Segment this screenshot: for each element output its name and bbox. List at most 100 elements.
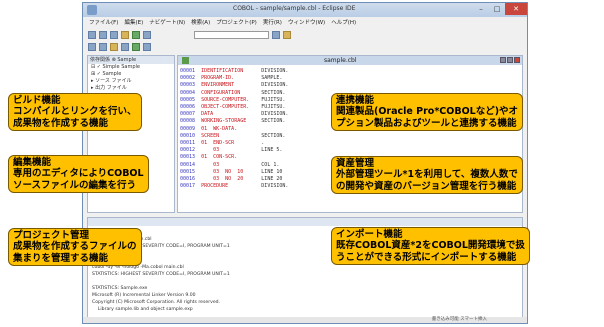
source-code[interactable]: 00001 IDENTIFICATION DIVISION. 00002 PROG…: [180, 68, 288, 190]
title-bar: COBOL - sample/sample.cbl - Eclipse IDE …: [83, 3, 527, 17]
tree-item[interactable]: ⊞ ✓ Sample: [91, 71, 174, 78]
code-text: SECTION.: [261, 118, 286, 125]
code-line[interactable]: 00007 DATA DIVISION.: [180, 111, 288, 118]
callout-link: 連携機能 関連製品(Oracle Pro*COBOLなど)やオ プション製品およ…: [331, 93, 524, 131]
refresh-icon[interactable]: [121, 42, 129, 51]
callout-asset: 資産管理 外部管理ツール*1を利用して、複数人数で の開発や資産のバージョン管理…: [331, 156, 523, 194]
code-line[interactable]: 00008 WORKING-STORAGE SECTION.: [180, 118, 288, 125]
code-keyword: 03 NO 10: [201, 168, 262, 175]
line-number: 00013: [180, 154, 202, 161]
line-number: 00004: [180, 89, 202, 96]
code-text: SECTION.: [261, 89, 286, 96]
debug-icon[interactable]: [143, 30, 151, 39]
code-keyword: WORKING-STORAGE: [201, 118, 262, 125]
menu-navigate[interactable]: ナビゲート(N): [149, 18, 185, 28]
callout-import-line: うことができる形式にインポートする機能: [336, 251, 517, 263]
code-keyword: 01 WK-DATA.: [201, 125, 262, 132]
console-line: Library sample.lib and object sample.exp: [92, 307, 193, 312]
callout-edit-line: 専用のエディタによりCOBOL: [13, 168, 144, 179]
line-number: 00010: [180, 132, 202, 139]
tree-item[interactable]: ▸ 出力 ファイル: [91, 85, 174, 92]
callout-edit-title: 編集機能: [13, 157, 52, 168]
editor-close-button[interactable]: [514, 57, 520, 63]
save-icon[interactable]: [99, 30, 107, 39]
code-text: COL 1.: [261, 161, 280, 168]
run-config-icon[interactable]: [132, 42, 140, 51]
callout-project-title: プロジェクト管理: [13, 230, 90, 241]
tree-item[interactable]: ⊟ ✓ Simple Sample: [91, 64, 174, 71]
minimize-button[interactable]: –: [473, 3, 489, 15]
search-icon[interactable]: [272, 30, 280, 39]
code-line[interactable]: 00004 CONFIGURATION SECTION.: [180, 90, 288, 97]
code-line[interactable]: 00016 03 NO 20 LINE 20: [180, 176, 288, 183]
explorer-header: 依存関係 ⊗ Sample: [88, 56, 174, 64]
code-keyword: SOURCE-COMPUTER.: [201, 96, 262, 103]
forward-icon[interactable]: [99, 42, 107, 51]
code-line[interactable]: 00005 SOURCE-COMPUTER. FUJITSU.: [180, 97, 288, 104]
line-number: 00008: [180, 118, 202, 125]
code-text: LINE 10: [261, 168, 283, 175]
menu-edit[interactable]: 編集(E): [124, 18, 143, 28]
code-keyword: OBJECT-COMPUTER.: [201, 104, 262, 111]
tree-item[interactable]: ▸ ソース ファイル: [91, 78, 174, 85]
line-number: 00007: [180, 111, 202, 118]
code-text: DIVISION.: [261, 68, 289, 74]
menu-run[interactable]: 実行(R): [263, 18, 282, 28]
run-icon[interactable]: [132, 30, 140, 39]
window-controls: – □ ✕: [473, 3, 527, 16]
code-line[interactable]: 00013 01 CON-SCR.: [180, 154, 288, 161]
code-keyword: ENVIRONMENT: [201, 82, 262, 89]
window-title: COBOL - sample/sample.cbl - Eclipse IDE: [233, 5, 356, 12]
code-keyword: 03 NO 20: [201, 176, 262, 183]
callout-import-line: 既存COBOL資産*2をCOBOL開発環境で扱: [336, 240, 525, 251]
code-line[interactable]: 00012 03 LINE 5.: [180, 147, 288, 154]
code-line[interactable]: 00014 03 COL 1.: [180, 162, 288, 169]
callout-link-line: プション製品およびツールと連携する機能: [336, 117, 517, 129]
perspective-combo[interactable]: [194, 30, 269, 39]
editor-minimize-button[interactable]: [500, 57, 506, 63]
menu-window[interactable]: ウィンドウ(W): [288, 18, 325, 28]
callout-build-line: コンパイルとリンクを行い、: [13, 106, 137, 117]
menu-search[interactable]: 検索(A): [191, 18, 210, 28]
menu-project[interactable]: プロジェクト(P): [216, 18, 257, 28]
console-header: [88, 218, 522, 226]
code-line[interactable]: 00006 OBJECT-COMPUTER. FUJITSU.: [180, 104, 288, 111]
editor-tab[interactable]: sample.cbl: [324, 56, 357, 65]
code-line[interactable]: 00002 PROGRAM-ID. SAMPLE.: [180, 75, 288, 82]
code-line[interactable]: 00010 SCREEN SECTION.: [180, 133, 288, 140]
line-number: 00015: [180, 168, 202, 175]
maximize-button[interactable]: □: [489, 3, 505, 15]
callout-project-line: 成果物を作成するファイルの: [13, 241, 137, 252]
callout-link-line: 関連製品(Oracle Pro*COBOLなど)やオ: [336, 106, 519, 117]
code-keyword: 03: [201, 147, 262, 154]
line-number: 00017: [180, 183, 202, 190]
code-text: LINE 20: [261, 176, 283, 183]
code-text: SAMPLE.: [261, 75, 283, 82]
code-line[interactable]: 00001 IDENTIFICATION DIVISION.: [180, 68, 288, 75]
menu-help[interactable]: ヘルプ(H): [331, 18, 356, 28]
code-keyword: 01 END-SCR: [201, 140, 262, 147]
print-icon[interactable]: [110, 30, 118, 39]
stage: COBOL - sample/sample.cbl - Eclipse IDE …: [0, 0, 604, 327]
build-icon[interactable]: [121, 30, 129, 39]
close-button[interactable]: ✕: [505, 3, 527, 15]
editor-maximize-button[interactable]: [507, 57, 513, 63]
code-line[interactable]: 00011 01 END-SCR .: [180, 140, 288, 147]
line-number: 00002: [180, 75, 202, 82]
code-line[interactable]: 00009 01 WK-DATA.: [180, 126, 288, 133]
line-number: 00009: [180, 125, 202, 132]
new-file-icon[interactable]: [88, 30, 96, 39]
back-icon[interactable]: [88, 42, 96, 51]
code-keyword: 01 CON-SCR.: [201, 154, 262, 161]
perspective-icon[interactable]: [143, 42, 151, 51]
open-folder-icon[interactable]: [110, 42, 118, 51]
project-tree: ⊟ ✓ Simple Sample ⊞ ✓ Sample ▸ ソース ファイル …: [88, 64, 174, 92]
callout-edit: 編集機能 専用のエディタによりCOBOL ソースファイルの編集を行う: [8, 155, 149, 193]
code-line[interactable]: 00015 03 NO 10 LINE 10: [180, 169, 288, 176]
code-line[interactable]: 00003 ENVIRONMENT DIVISION.: [180, 82, 288, 89]
callout-project: プロジェクト管理 成果物を作成するファイルの 集まりを管理する機能: [8, 228, 142, 266]
code-line[interactable]: 00017 PROCEDURE DIVISION.: [180, 183, 288, 190]
menu-file[interactable]: ファイル(F): [89, 18, 118, 28]
line-number: 00011: [180, 140, 202, 147]
open-type-icon[interactable]: [283, 30, 291, 39]
